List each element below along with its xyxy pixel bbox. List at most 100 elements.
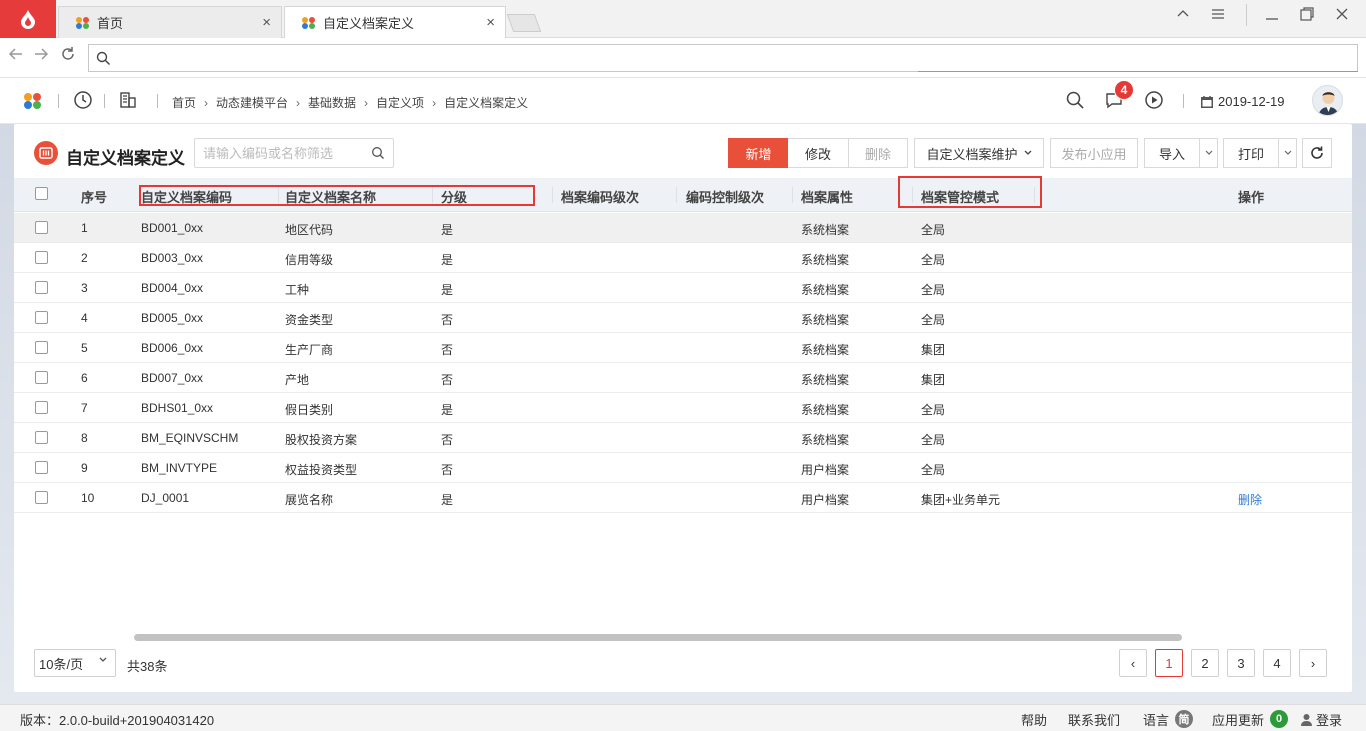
table-row[interactable]: 6 BD007_0xx 产地 否 系统档案 集团 <box>14 363 1352 393</box>
avatar[interactable] <box>1312 85 1343 116</box>
date-text: 2019-12-19 <box>1218 94 1285 109</box>
next-page-button[interactable]: › <box>1299 649 1327 677</box>
browser-tab-custom-archive[interactable]: 自定义档案定义 × <box>284 6 506 38</box>
close-icon[interactable]: × <box>486 14 495 31</box>
app-logo-icon[interactable] <box>22 92 44 110</box>
prev-page-button[interactable]: ‹ <box>1119 649 1147 677</box>
breadcrumb-item[interactable]: 自定义项 <box>376 94 424 111</box>
archive-maintain-dropdown[interactable]: 自定义档案维护 <box>914 138 1044 168</box>
cell-seq: 2 <box>81 251 88 265</box>
minimize-icon[interactable] <box>1262 6 1282 27</box>
breadcrumb-item[interactable]: 动态建模平台 <box>216 94 288 111</box>
play-icon[interactable] <box>1144 90 1164 113</box>
cell-seq: 6 <box>81 371 88 385</box>
refresh-button[interactable] <box>1302 138 1332 168</box>
refresh-icon[interactable] <box>60 46 76 67</box>
language-link[interactable]: 语言 <box>1143 710 1169 729</box>
row-checkbox[interactable] <box>35 341 48 354</box>
table-row[interactable]: 10 DJ_0001 展览名称 是 用户档案 集团+业务单元 删除 <box>14 483 1352 513</box>
cell-name: 展览名称 <box>285 493 334 507</box>
row-checkbox[interactable] <box>35 371 48 384</box>
search-input[interactable] <box>194 138 394 168</box>
clock-icon[interactable] <box>73 90 93 113</box>
table-row[interactable]: 2 BD003_0xx 信用等级 是 系统档案 全局 <box>14 243 1352 273</box>
table-row[interactable]: 3 BD004_0xx 工种 是 系统档案 全局 <box>14 273 1352 303</box>
app-logo-icon <box>76 16 89 29</box>
publish-app-button[interactable]: 发布小应用 <box>1050 138 1138 168</box>
table-row[interactable]: 9 BM_INVTYPE 权益投资类型 否 用户档案 全局 <box>14 453 1352 483</box>
cell-attr: 用户档案 <box>801 493 850 507</box>
column-header-mode[interactable]: 档案管控模式 <box>921 187 999 206</box>
updates-link[interactable]: 应用更新 <box>1212 710 1264 729</box>
back-icon[interactable] <box>8 46 24 67</box>
row-checkbox[interactable] <box>35 491 48 504</box>
table-row[interactable]: 7 BDHS01_0xx 假日类别 是 系统档案 全局 <box>14 393 1352 423</box>
chevron-right-icon: › <box>296 95 301 110</box>
search-icon[interactable] <box>1065 90 1085 113</box>
import-button[interactable]: 导入 <box>1144 138 1200 168</box>
cell-code: BM_EQINVSCHM <box>141 431 239 445</box>
cell-name: 工种 <box>285 283 310 297</box>
cell-code: BD006_0xx <box>141 341 204 355</box>
forward-icon[interactable] <box>33 46 49 67</box>
new-tab-button[interactable] <box>506 14 542 32</box>
building-icon[interactable] <box>119 90 137 113</box>
row-checkbox[interactable] <box>35 221 48 234</box>
close-window-icon[interactable] <box>1332 6 1352 27</box>
cell-name: 假日类别 <box>285 403 334 417</box>
updates-badge: 0 <box>1270 710 1288 728</box>
cell-attr: 系统档案 <box>801 283 850 297</box>
login-link[interactable]: 登录 <box>1300 710 1342 729</box>
browser-tab-home[interactable]: 首页 × <box>58 6 282 38</box>
column-header-level[interactable]: 分级 <box>441 187 467 206</box>
cell-mode: 集团 <box>921 373 946 387</box>
breadcrumb-item[interactable]: 首页 <box>172 94 196 111</box>
page-button-2[interactable]: 2 <box>1191 649 1219 677</box>
page-button-4[interactable]: 4 <box>1263 649 1291 677</box>
horizontal-scrollbar[interactable] <box>134 634 1182 641</box>
table-row[interactable]: 8 BM_EQINVSCHM 股权投资方案 否 系统档案 全局 <box>14 423 1352 453</box>
column-header-attr[interactable]: 档案属性 <box>801 187 853 206</box>
import-dropdown-button[interactable] <box>1199 138 1218 168</box>
table-row[interactable]: 4 BD005_0xx 资金类型 否 系统档案 全局 <box>14 303 1352 333</box>
cell-level: 否 <box>441 373 454 387</box>
contact-link[interactable]: 联系我们 <box>1068 710 1120 729</box>
row-checkbox[interactable] <box>35 311 48 324</box>
column-header-name[interactable]: 自定义档案名称 <box>285 187 376 206</box>
cell-code: BM_INVTYPE <box>141 461 218 475</box>
add-button[interactable]: 新增 <box>728 138 789 168</box>
url-input[interactable] <box>88 44 1358 72</box>
table-row[interactable]: 5 BD006_0xx 生产厂商 否 系统档案 集团 <box>14 333 1352 363</box>
search-icon[interactable] <box>371 146 385 163</box>
page-button-1[interactable]: 1 <box>1155 649 1183 677</box>
restore-icon[interactable] <box>1297 6 1317 27</box>
row-checkbox[interactable] <box>35 401 48 414</box>
chevron-right-icon: › <box>204 95 209 110</box>
cell-op-link[interactable]: 删除 <box>1238 491 1262 508</box>
help-link[interactable]: 帮助 <box>1021 710 1047 729</box>
cell-seq: 1 <box>81 221 88 235</box>
print-dropdown-button[interactable] <box>1278 138 1297 168</box>
row-checkbox[interactable] <box>35 251 48 264</box>
row-checkbox[interactable] <box>35 281 48 294</box>
close-icon[interactable]: × <box>262 14 271 31</box>
row-checkbox[interactable] <box>35 461 48 474</box>
page-size-select[interactable]: 10条/页 <box>34 649 116 677</box>
cell-name: 生产厂商 <box>285 343 334 357</box>
delete-button[interactable]: 删除 <box>848 138 908 168</box>
column-header-ctrl-level[interactable]: 编码控制级次 <box>686 187 764 206</box>
edit-button[interactable]: 修改 <box>788 138 849 168</box>
cell-attr: 系统档案 <box>801 403 850 417</box>
select-all-checkbox[interactable] <box>35 187 48 200</box>
column-header-code[interactable]: 自定义档案编码 <box>141 187 232 206</box>
menu-icon[interactable] <box>1208 6 1228 27</box>
table-row[interactable]: 1 BD001_0xx 地区代码 是 系统档案 全局 <box>14 213 1352 243</box>
print-button[interactable]: 打印 <box>1223 138 1279 168</box>
row-checkbox[interactable] <box>35 431 48 444</box>
collapse-icon[interactable] <box>1173 6 1193 27</box>
cell-attr: 系统档案 <box>801 223 850 237</box>
page-button-3[interactable]: 3 <box>1227 649 1255 677</box>
column-header-code-level[interactable]: 档案编码级次 <box>561 187 639 206</box>
browser-logo-icon[interactable] <box>0 0 56 38</box>
breadcrumb-item[interactable]: 基础数据 <box>308 94 356 111</box>
